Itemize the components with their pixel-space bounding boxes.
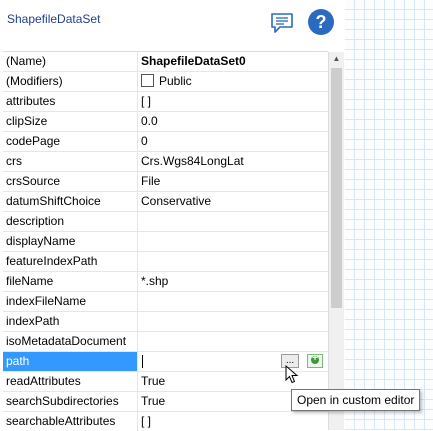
public-label: Public (159, 74, 192, 88)
property-value[interactable]: *.shp (141, 272, 168, 291)
scroll-thumb[interactable] (331, 68, 342, 308)
property-value[interactable]: ShapefileDataSet0 (141, 52, 246, 71)
property-row-crssource[interactable]: crsSource File (3, 172, 328, 192)
property-row-name[interactable]: (Name) ShapefileDataSet0 (3, 52, 328, 72)
panel-title: ShapefileDataSet (7, 12, 101, 26)
modifiers-value: Public (141, 72, 192, 91)
property-value[interactable]: 0 (141, 132, 148, 151)
property-value[interactable]: True (141, 392, 165, 411)
tooltip: Open in custom editor (291, 389, 421, 411)
property-value[interactable]: 0.0 (141, 112, 158, 131)
property-name: searchSubdirectories (3, 392, 138, 411)
property-name: displayName (3, 232, 138, 251)
property-grid: (Name) ShapefileDataSet0 (Modifiers) Pub… (3, 51, 328, 431)
property-row-featureindexpath[interactable]: featureIndexPath (3, 252, 328, 272)
vertical-scrollbar[interactable]: ▲ (328, 52, 344, 430)
property-row-modifiers[interactable]: (Modifiers) Public (3, 72, 328, 92)
property-row-attributes[interactable]: attributes [ ] (3, 92, 328, 112)
property-name: indexFileName (3, 292, 138, 311)
property-name: searchableAttributes (3, 412, 138, 431)
property-name: attributes (3, 92, 138, 111)
panel-header: ShapefileDataSet ? (0, 0, 344, 52)
property-row-codepage[interactable]: codePage 0 (3, 132, 328, 152)
property-row-readattributes[interactable]: readAttributes True (3, 372, 328, 392)
property-value[interactable]: [ ] (141, 92, 151, 111)
property-value[interactable]: File (141, 172, 160, 191)
property-row-displayname[interactable]: displayName (3, 232, 328, 252)
property-name: path (3, 352, 138, 371)
property-row-isometadatadocument[interactable]: isoMetadataDocument (3, 332, 328, 352)
add-icon[interactable] (307, 353, 323, 368)
property-name: isoMetadataDocument (3, 332, 138, 351)
property-name: (Modifiers) (3, 72, 138, 91)
property-row-filename[interactable]: fileName *.shp (3, 272, 328, 292)
public-checkbox[interactable] (141, 74, 154, 87)
property-value[interactable]: True (141, 372, 165, 391)
property-name: crsSource (3, 172, 138, 191)
mouse-pointer-icon (285, 364, 301, 385)
property-row-indexpath[interactable]: indexPath (3, 312, 328, 332)
property-name: indexPath (3, 312, 138, 331)
property-row-crs[interactable]: crs Crs.Wgs84LongLat (3, 152, 328, 172)
design-canvas[interactable] (345, 0, 433, 430)
property-row-searchableattributes[interactable]: searchableAttributes [ ] (3, 412, 328, 431)
property-name: (Name) (3, 52, 138, 71)
property-name: readAttributes (3, 372, 138, 391)
property-name: crs (3, 152, 138, 171)
property-row-searchsubdirectories[interactable]: searchSubdirectories True (3, 392, 328, 412)
property-value[interactable]: [ ] (141, 412, 151, 431)
property-row-path[interactable]: path ... (3, 352, 328, 372)
property-name: description (3, 212, 138, 231)
property-name: fileName (3, 272, 138, 291)
text-caret (142, 355, 143, 368)
scroll-up-icon[interactable]: ▲ (329, 52, 344, 66)
property-row-indexfilename[interactable]: indexFileName (3, 292, 328, 312)
property-value[interactable]: Crs.Wgs84LongLat (141, 152, 244, 171)
comment-icon[interactable] (270, 12, 294, 34)
property-row-description[interactable]: description (3, 212, 328, 232)
help-icon[interactable]: ? (308, 9, 334, 35)
property-name: datumShiftChoice (3, 192, 138, 211)
property-value[interactable]: Conservative (141, 192, 211, 211)
property-row-datumshiftchoice[interactable]: datumShiftChoice Conservative (3, 192, 328, 212)
property-name: codePage (3, 132, 138, 151)
property-name: featureIndexPath (3, 252, 138, 271)
property-row-clipsize[interactable]: clipSize 0.0 (3, 112, 328, 132)
property-name: clipSize (3, 112, 138, 131)
